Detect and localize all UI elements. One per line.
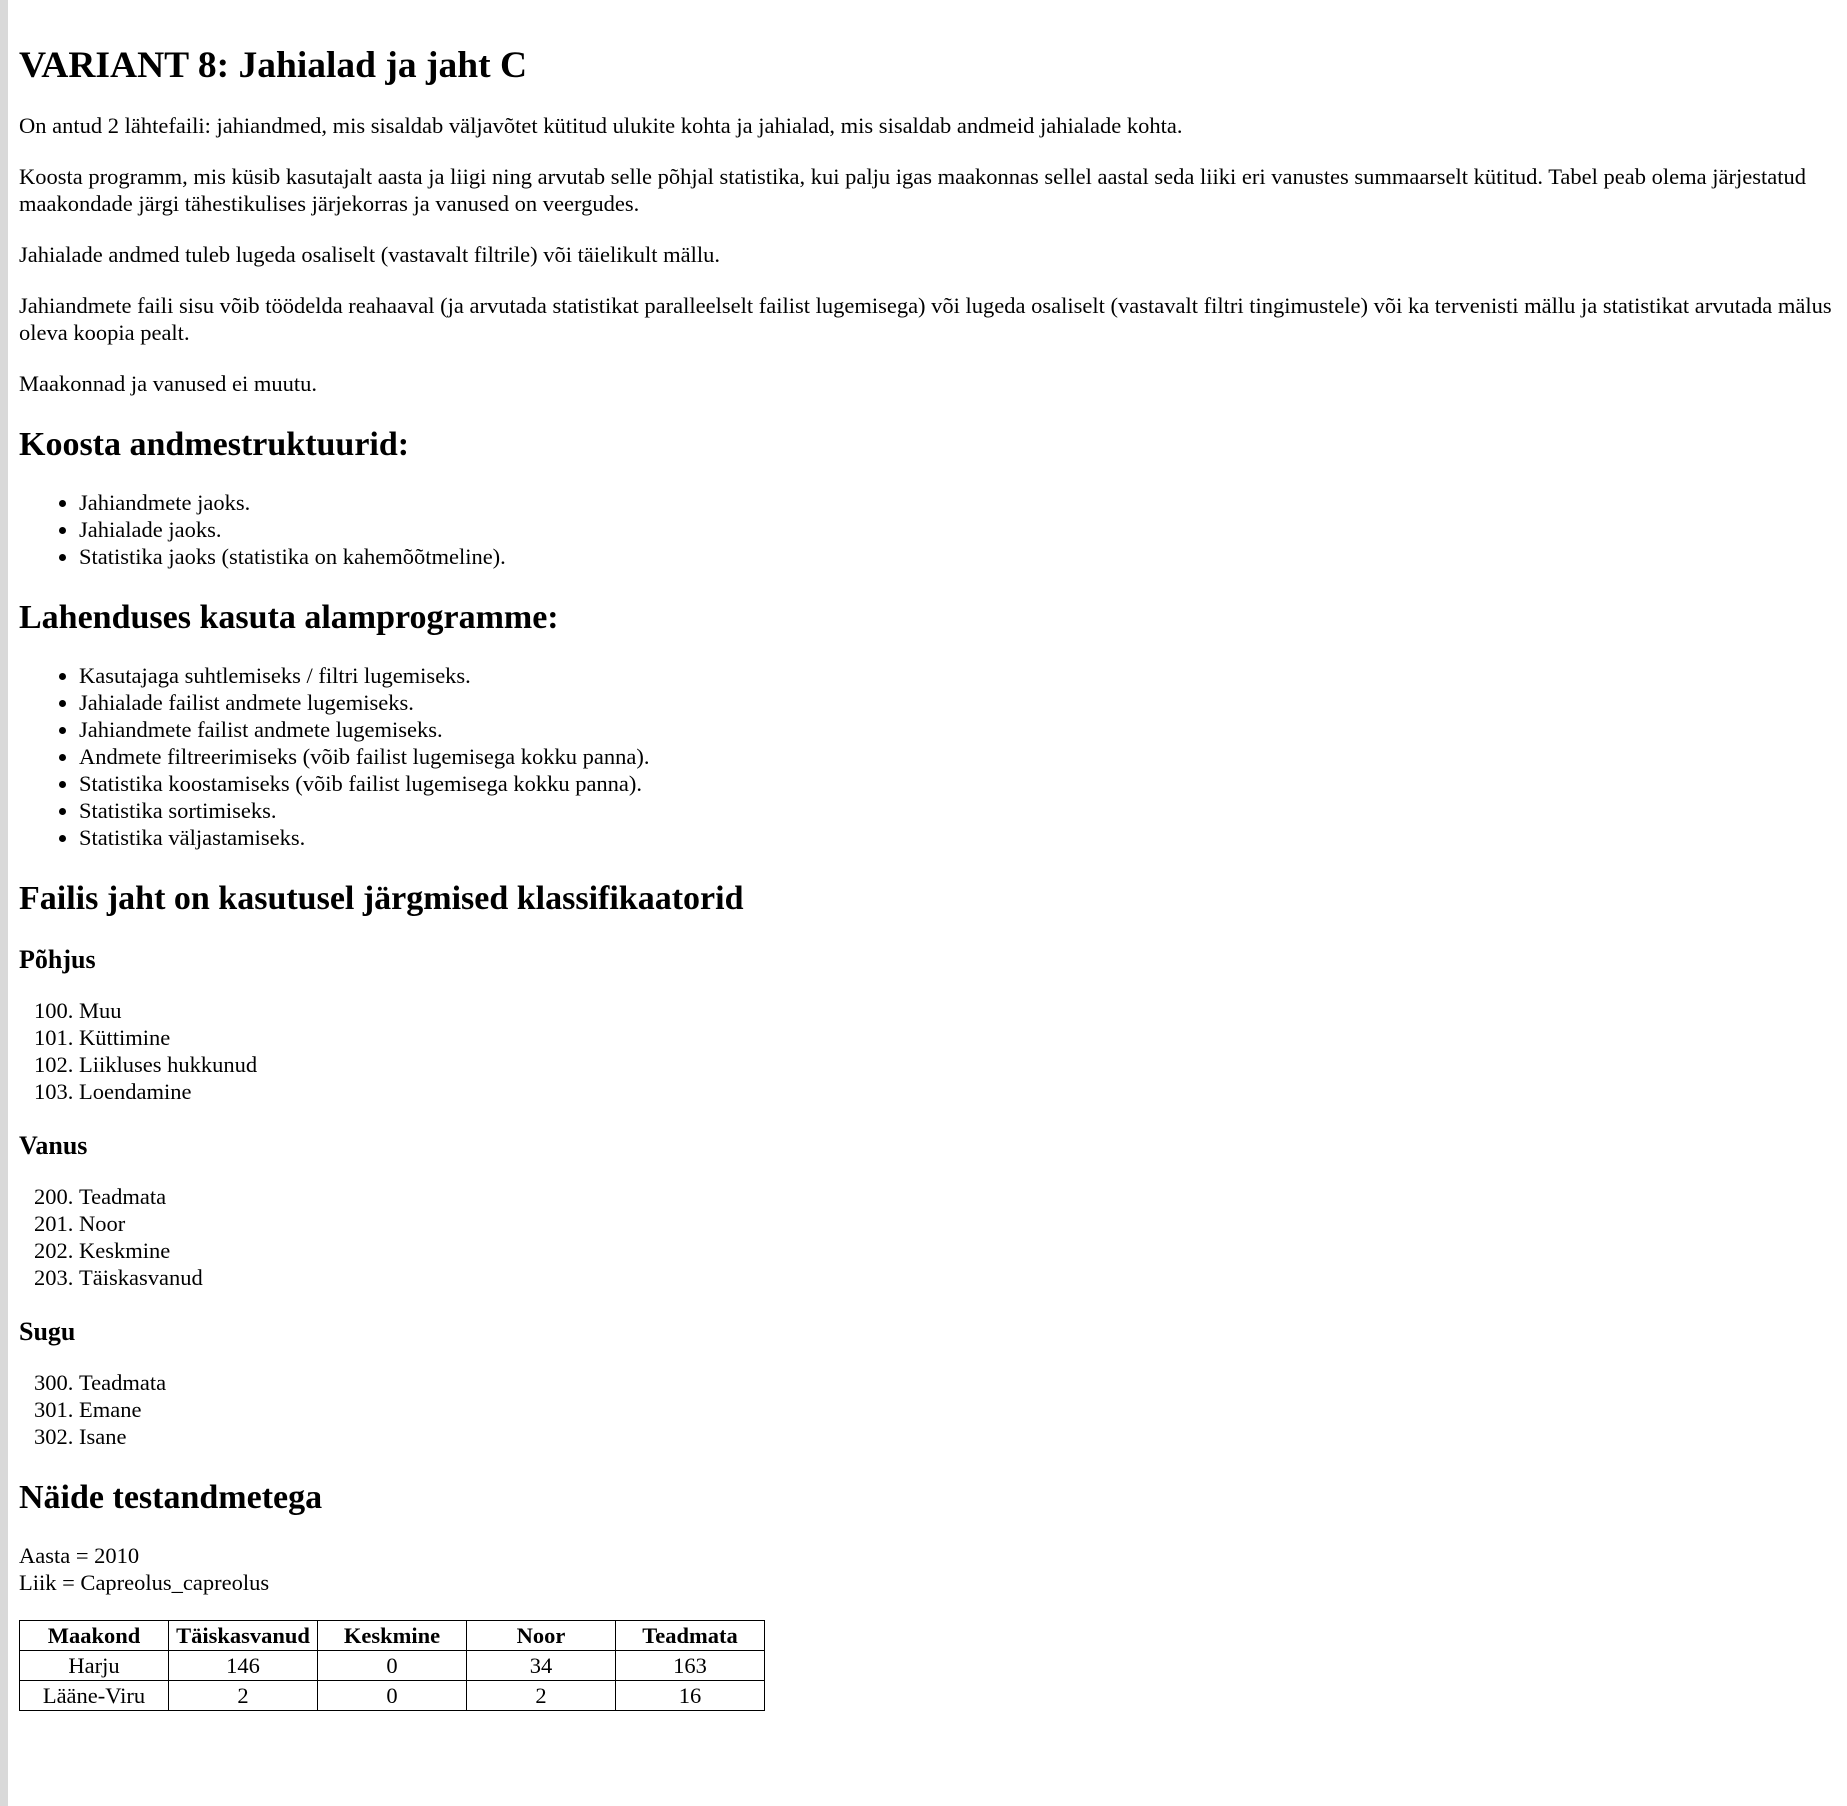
table-cell: Harju	[19, 1650, 169, 1681]
subprograms-heading: Lahenduses kasuta alamprogramme:	[19, 599, 559, 636]
table-row: Harju 146 0 34 163	[19, 1650, 765, 1681]
classifiers-heading: Failis jaht on kasutusel järgmised klass…	[19, 880, 744, 917]
table-cell: 0	[317, 1650, 467, 1681]
subprograms-list: Kasutajaga suhtlemiseks / filtri lugemis…	[19, 662, 1834, 851]
classifier-group-title: Põhjus	[19, 945, 96, 974]
table-cell: 163	[615, 1650, 765, 1681]
list-item: Statistika väljastamiseks.	[79, 824, 1834, 851]
left-border	[0, 0, 8, 1806]
classifier-list-sugu: Teadmata Emane Isane	[19, 1369, 1834, 1450]
classifier-item: Teadmata	[79, 1183, 1834, 1210]
table-row: Lääne-Viru 2 0 2 16	[19, 1680, 765, 1711]
classifier-item: Liikluses hukkunud	[79, 1051, 1834, 1078]
intro-paragraph: On antud 2 lähtefaili: jahiandmed, mis s…	[19, 113, 1183, 138]
list-item: Andmete filtreerimiseks (võib failist lu…	[79, 743, 1834, 770]
year-line: Aasta = 2010	[19, 1543, 140, 1568]
column-header: Täiskasvanud	[168, 1620, 318, 1651]
list-item: Jahiandmete failist andmete lugemiseks.	[79, 716, 1834, 743]
list-item: Statistika koostamiseks (võib failist lu…	[79, 770, 1834, 797]
intro-paragraph: Maakonnad ja vanused ei muutu.	[19, 371, 318, 396]
classifier-item: Isane	[79, 1423, 1834, 1450]
classifier-group-title: Sugu	[19, 1317, 76, 1346]
classifier-list-vanus: Teadmata Noor Keskmine Täiskasvanud	[19, 1183, 1834, 1291]
intro-paragraph: Koosta programm, mis küsib kasutajalt aa…	[19, 164, 1806, 216]
page-title: VARIANT 8: Jahialad ja jaht C	[19, 45, 528, 86]
structures-heading: Koosta andmestruktuurid:	[19, 426, 410, 463]
structures-list: Jahiandmete jaoks. Jahialade jaoks. Stat…	[19, 489, 1834, 570]
intro-paragraph: Jahialade andmed tuleb lugeda osaliselt …	[19, 242, 721, 267]
list-item: Statistika jaoks (statistika on kahemõõt…	[79, 543, 1834, 570]
classifier-item: Emane	[79, 1396, 1834, 1423]
classifier-item: Teadmata	[79, 1369, 1834, 1396]
intro-section: On antud 2 lähtefaili: jahiandmed, mis s…	[19, 112, 1834, 397]
table-cell: 2	[466, 1680, 616, 1711]
species-line: Liik = Capreolus_capreolus	[19, 1570, 270, 1595]
classifier-item: Täiskasvanud	[79, 1264, 1834, 1291]
list-item: Kasutajaga suhtlemiseks / filtri lugemis…	[79, 662, 1834, 689]
classifier-item: Loendamine	[79, 1078, 1834, 1105]
classifier-item: Keskmine	[79, 1237, 1834, 1264]
table-cell: 16	[615, 1680, 765, 1711]
column-header: Noor	[466, 1620, 616, 1651]
statistics-table: Maakond Täiskasvanud Keskmine Noor Teadm…	[19, 1620, 765, 1711]
column-header: Teadmata	[615, 1620, 765, 1651]
classifier-item: Küttimine	[79, 1024, 1834, 1051]
document-body: VARIANT 8: Jahialad ja jaht C On antud 2…	[19, 0, 1834, 1711]
column-header: Keskmine	[317, 1620, 467, 1651]
classifier-item: Noor	[79, 1210, 1834, 1237]
intro-paragraph: Jahiandmete faili sisu võib töödelda rea…	[19, 293, 1832, 345]
table-cell: 146	[168, 1650, 318, 1681]
list-item: Statistika sortimiseks.	[79, 797, 1834, 824]
example-parameters: Aasta = 2010 Liik = Capreolus_capreolus	[19, 1542, 1834, 1596]
classifier-item: Muu	[79, 997, 1834, 1024]
list-item: Jahiandmete jaoks.	[79, 489, 1834, 516]
classifier-list-pohjus: Muu Küttimine Liikluses hukkunud Loendam…	[19, 997, 1834, 1105]
table-cell: Lääne-Viru	[19, 1680, 169, 1711]
table-cell: 2	[168, 1680, 318, 1711]
table-cell: 34	[466, 1650, 616, 1681]
column-header: Maakond	[19, 1620, 169, 1651]
list-item: Jahialade failist andmete lugemiseks.	[79, 689, 1834, 716]
classifier-group-title: Vanus	[19, 1131, 88, 1160]
list-item: Jahialade jaoks.	[79, 516, 1834, 543]
example-heading: Näide testandmetega	[19, 1479, 323, 1516]
table-header-row: Maakond Täiskasvanud Keskmine Noor Teadm…	[19, 1620, 765, 1651]
table-cell: 0	[317, 1680, 467, 1711]
